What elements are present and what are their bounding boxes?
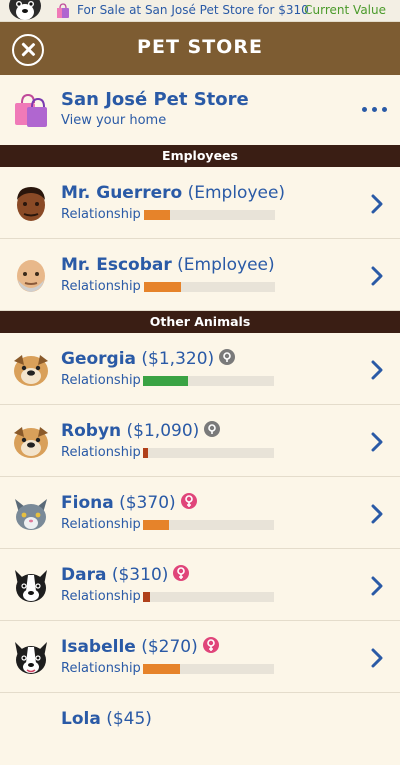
relationship-label: Relationship bbox=[61, 589, 141, 604]
relationship-bar bbox=[143, 592, 274, 602]
page-header: PET STORE bbox=[0, 22, 400, 75]
animal-row-2[interactable]: Fiona ($370) Relationship bbox=[0, 477, 400, 549]
relationship-label: Relationship bbox=[61, 517, 141, 532]
chevron-right-icon[interactable] bbox=[370, 359, 384, 381]
animal-row-4[interactable]: Isabelle ($270) Relationship bbox=[0, 621, 400, 693]
relationship-label: Relationship bbox=[61, 445, 141, 460]
relationship-label: Relationship bbox=[61, 279, 141, 294]
female-gender-icon bbox=[202, 637, 219, 653]
animal-name: Dara ($310) bbox=[61, 565, 190, 585]
bulldog-avatar bbox=[14, 355, 48, 386]
more-options-icon[interactable] bbox=[360, 99, 390, 119]
animal-row-5[interactable]: Lola ($45) bbox=[0, 693, 400, 765]
employee-name: Mr. Guerrero (Employee) bbox=[61, 183, 286, 203]
current-value-link[interactable]: Current Value bbox=[304, 3, 386, 17]
store-row[interactable]: San José Pet Store View your home bbox=[0, 75, 400, 145]
store-name: San José Pet Store bbox=[61, 89, 249, 110]
bulldog-avatar bbox=[14, 427, 48, 458]
dark-skin-man-avatar bbox=[17, 187, 45, 221]
store-subtitle: View your home bbox=[61, 113, 167, 128]
boston-terrier-avatar bbox=[15, 642, 47, 674]
dog-avatar-icon bbox=[9, 0, 41, 20]
animal-name: Lola ($45) bbox=[61, 709, 152, 729]
animal-name: Fiona ($370) bbox=[61, 493, 197, 513]
chevron-right-icon[interactable] bbox=[370, 575, 384, 597]
animal-row-3[interactable]: Dara ($310) Relationship bbox=[0, 549, 400, 621]
relationship-label: Relationship bbox=[61, 661, 141, 676]
relationship-bar bbox=[143, 376, 274, 386]
chevron-right-icon[interactable] bbox=[370, 193, 384, 215]
shopping-bag-icon bbox=[57, 3, 69, 18]
chevron-right-icon[interactable] bbox=[370, 503, 384, 525]
for-sale-message: For Sale at San José Pet Store for $310 bbox=[77, 3, 309, 17]
animal-row-1[interactable]: Robyn ($1,090) Relationship bbox=[0, 405, 400, 477]
bald-older-man-avatar bbox=[17, 260, 45, 292]
relationship-bar bbox=[144, 282, 275, 292]
animal-name: Isabelle ($270) bbox=[61, 637, 219, 657]
female-gender-icon bbox=[180, 493, 197, 509]
relationship-bar bbox=[143, 664, 274, 674]
animal-row-0[interactable]: Georgia ($1,320) Relationship bbox=[0, 333, 400, 405]
relationship-label: Relationship bbox=[61, 373, 141, 388]
relationship-label: Relationship bbox=[61, 207, 141, 222]
relationship-bar bbox=[143, 520, 274, 530]
status-strip: For Sale at San José Pet Store for $310 … bbox=[0, 0, 400, 22]
employee-row-0[interactable]: Mr. Guerrero (Employee) Relationship bbox=[0, 167, 400, 239]
animal-name: Robyn ($1,090) bbox=[61, 421, 221, 441]
animal-name: Georgia ($1,320) bbox=[61, 349, 236, 369]
page-title: PET STORE bbox=[137, 36, 263, 58]
chevron-right-icon[interactable] bbox=[370, 647, 384, 669]
boston-terrier-avatar bbox=[15, 570, 47, 602]
relationship-bar bbox=[143, 448, 274, 458]
employee-row-1[interactable]: Mr. Escobar (Employee) Relationship bbox=[0, 239, 400, 311]
chevron-right-icon[interactable] bbox=[370, 265, 384, 287]
section-header-other-animals: Other Animals bbox=[0, 311, 400, 333]
female-gender-icon bbox=[173, 565, 190, 581]
section-header-employees: Employees bbox=[0, 145, 400, 167]
relationship-bar bbox=[144, 210, 275, 220]
neutral-gender-icon bbox=[219, 349, 236, 365]
employee-name: Mr. Escobar (Employee) bbox=[61, 255, 275, 275]
chevron-right-icon[interactable] bbox=[370, 431, 384, 453]
shopping-bags-icon bbox=[15, 93, 47, 127]
gray-cat-avatar bbox=[15, 499, 47, 530]
neutral-gender-icon bbox=[204, 421, 221, 437]
